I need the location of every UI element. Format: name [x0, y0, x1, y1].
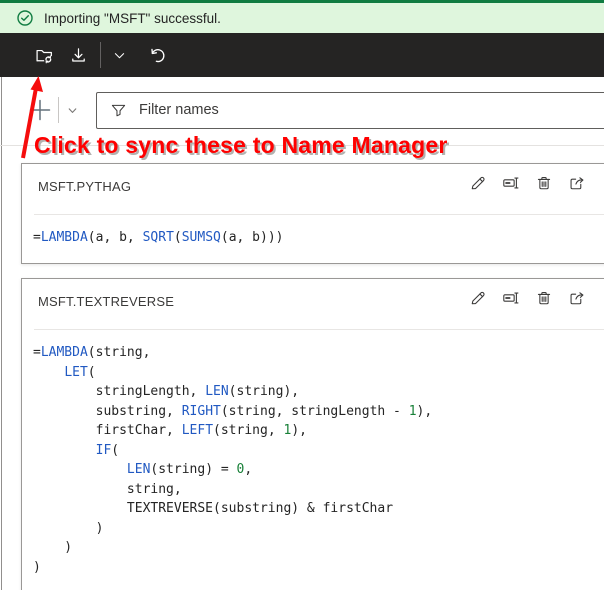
pencil-icon [469, 289, 487, 307]
formula-code[interactable]: =LAMBDA(a, b, SQRT(SUMSQ(a, b))) [22, 215, 604, 248]
share-icon [568, 174, 586, 192]
edit-button[interactable] [468, 173, 487, 192]
card-actions [468, 173, 586, 192]
banner-message: Importing "MSFT" successful. [44, 11, 221, 26]
rename-icon [502, 289, 520, 307]
rename-button[interactable] [501, 288, 520, 307]
filter-box[interactable] [96, 92, 604, 129]
filter-funnel-icon [110, 102, 127, 119]
success-banner: Importing "MSFT" successful. [0, 0, 604, 33]
download-icon [69, 46, 88, 65]
share-button[interactable] [567, 288, 586, 307]
pane-left-border [1, 77, 2, 590]
sync-to-name-manager-button[interactable] [27, 38, 61, 72]
chevron-down-icon [112, 48, 127, 63]
formula-code[interactable]: =LAMBDA(string, LET( stringLength, LEN(s… [22, 330, 604, 577]
chevron-down-icon [67, 105, 78, 116]
share-icon [568, 289, 586, 307]
card-header: MSFT.TEXTREVERSE [22, 279, 604, 329]
delete-button[interactable] [534, 288, 553, 307]
add-name-dropdown-button[interactable] [61, 99, 83, 121]
more-options-button[interactable] [106, 38, 132, 72]
toolbar-divider [100, 42, 101, 68]
annotation-text: Click to sync these to Name Manager [34, 132, 447, 159]
function-card-textreverse: MSFT.TEXTREVERSE [21, 278, 604, 590]
delete-button[interactable] [534, 173, 553, 192]
function-name: MSFT.TEXTREVERSE [38, 294, 174, 309]
undo-button[interactable] [140, 38, 174, 72]
filter-input[interactable] [139, 102, 604, 118]
folder-sync-icon [35, 46, 54, 65]
edit-button[interactable] [468, 288, 487, 307]
function-name: MSFT.PYTHAG [38, 179, 131, 194]
undo-icon [148, 46, 167, 65]
trash-icon [535, 289, 553, 307]
function-card-pythag: MSFT.PYTHAG [21, 163, 604, 264]
annotation-arrow [14, 72, 48, 164]
card-header: MSFT.PYTHAG [22, 164, 604, 214]
trash-icon [535, 174, 553, 192]
share-button[interactable] [567, 173, 586, 192]
import-button[interactable] [61, 38, 95, 72]
pencil-icon [469, 174, 487, 192]
add-divider [58, 97, 59, 123]
rename-icon [502, 174, 520, 192]
card-actions [468, 288, 586, 307]
check-circle-icon [17, 10, 33, 26]
rename-button[interactable] [501, 173, 520, 192]
filter-row [0, 91, 604, 129]
toolbar [0, 33, 604, 77]
